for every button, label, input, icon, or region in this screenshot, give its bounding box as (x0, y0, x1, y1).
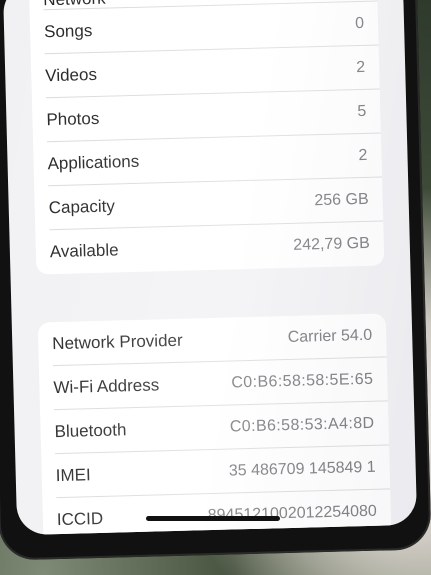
bluetooth-label: Bluetooth (54, 420, 127, 442)
videos-value: 2 (356, 58, 366, 77)
wifi-address-label: Wi-Fi Address (53, 375, 160, 398)
imei-label: IMEI (55, 465, 91, 486)
photos-label: Photos (46, 108, 100, 130)
capacity-label: Capacity (48, 196, 116, 218)
network-provider-label: Network Provider (52, 330, 183, 354)
device-info-group: Network Provider Carrier 54.0 Wi-Fi Addr… (37, 313, 392, 536)
settings-about-screen: Network Songs 0 Videos 2 Photos 5 Applic… (2, 0, 418, 536)
available-value: 242,79 GB (293, 234, 370, 254)
bluetooth-value: C0:B6:58:53:A4:8D (229, 414, 375, 436)
wifi-address-value: C0:B6:58:58:5E:65 (231, 370, 374, 392)
applications-label: Applications (47, 151, 140, 174)
iccid-label: ICCID (56, 508, 104, 530)
available-label: Available (49, 240, 119, 262)
applications-value: 2 (358, 146, 368, 165)
network-provider-value: Carrier 54.0 (287, 326, 373, 346)
photos-value: 5 (357, 102, 367, 121)
songs-label: Songs (43, 21, 93, 42)
usage-info-group: Network Songs 0 Videos 2 Photos 5 Applic… (28, 0, 385, 275)
available-row: Available 242,79 GB (35, 221, 384, 274)
home-indicator[interactable] (146, 516, 280, 521)
capacity-value: 256 GB (314, 190, 369, 210)
imei-value: 35 486709 145849 1 (228, 458, 376, 480)
videos-label: Videos (45, 64, 98, 86)
iccid-value: 8945121002012254080 (207, 502, 378, 525)
songs-value: 0 (354, 14, 365, 33)
